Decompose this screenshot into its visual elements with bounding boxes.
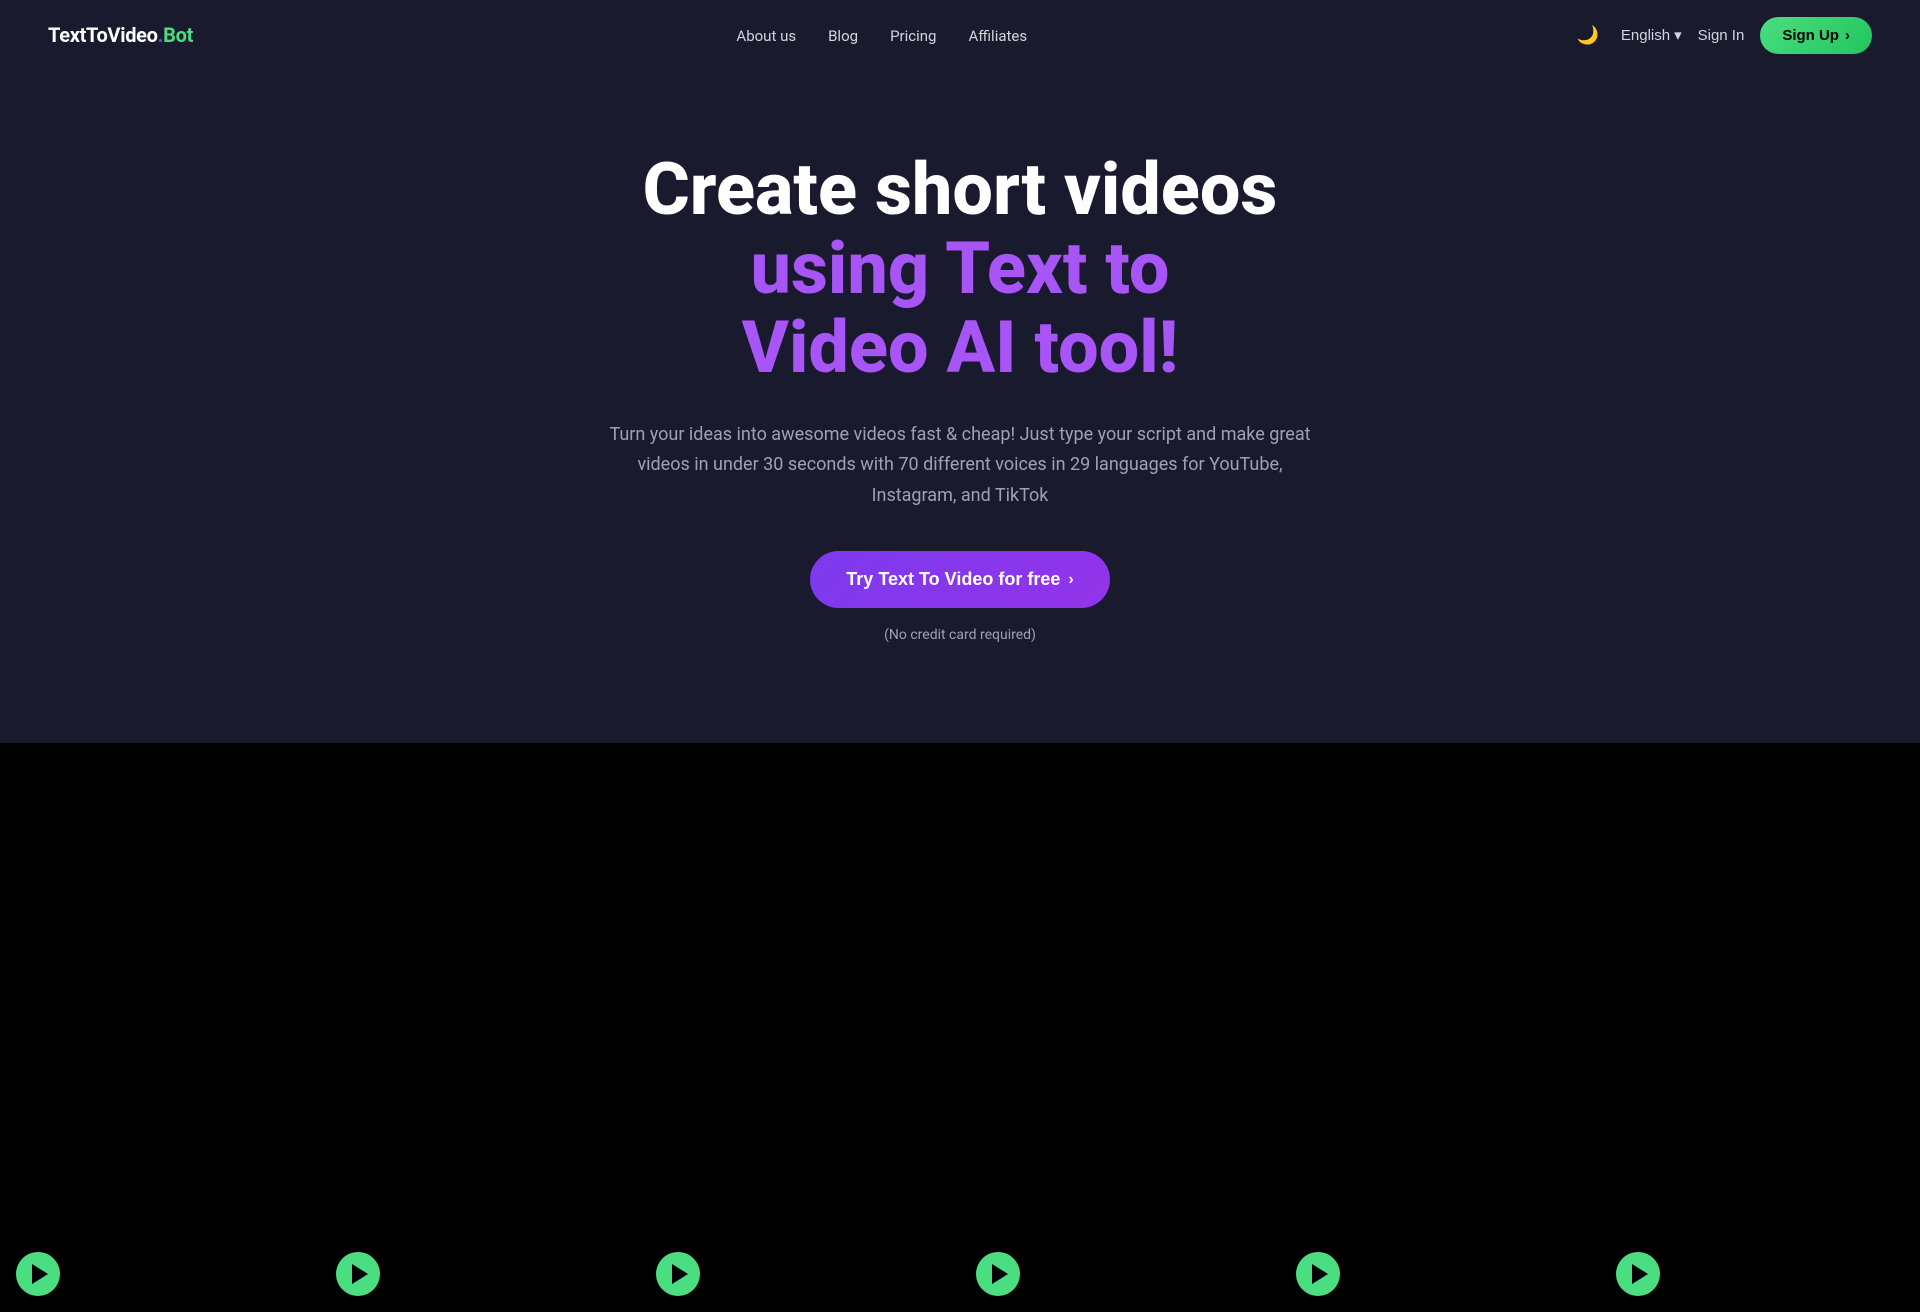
hero-title-line2: using Text to bbox=[750, 226, 1169, 311]
video-card-2 bbox=[320, 743, 640, 1312]
logo-bot: Bot bbox=[163, 23, 193, 47]
logo-text: TextToVideo bbox=[48, 23, 158, 47]
cta-button[interactable]: Try Text To Video for free › bbox=[810, 551, 1109, 608]
cta-arrow-icon: › bbox=[1068, 571, 1073, 589]
nav-affiliates[interactable]: Affiliates bbox=[968, 27, 1027, 45]
play-icon-2 bbox=[352, 1264, 368, 1284]
signup-arrow-icon: › bbox=[1845, 27, 1850, 44]
video-card-4 bbox=[960, 743, 1280, 1312]
play-button-1[interactable] bbox=[16, 1252, 60, 1296]
video-grid bbox=[0, 743, 1920, 1312]
cta-container: Try Text To Video for free › (No credit … bbox=[558, 551, 1362, 643]
nav-right: 🌙 English ▾ Sign In Sign Up › bbox=[1570, 17, 1872, 54]
nav-blog[interactable]: Blog bbox=[828, 27, 858, 45]
logo[interactable]: TextToVideo.Bot bbox=[48, 23, 193, 47]
play-icon-3 bbox=[672, 1264, 688, 1284]
navbar: TextToVideo.Bot About us Blog Pricing Af… bbox=[0, 0, 1920, 70]
video-card-1 bbox=[0, 743, 320, 1312]
video-card-3 bbox=[640, 743, 960, 1312]
video-card-6 bbox=[1600, 743, 1920, 1312]
video-card-5 bbox=[1280, 743, 1600, 1312]
signin-button[interactable]: Sign In bbox=[1698, 27, 1745, 44]
nav-pricing[interactable]: Pricing bbox=[890, 27, 936, 45]
dark-mode-toggle[interactable]: 🌙 bbox=[1570, 19, 1604, 52]
hero-section: Create short videos using Text to Video … bbox=[510, 70, 1410, 703]
play-button-3[interactable] bbox=[656, 1252, 700, 1296]
play-icon-5 bbox=[1312, 1264, 1328, 1284]
chevron-down-icon: ▾ bbox=[1674, 26, 1682, 44]
play-button-2[interactable] bbox=[336, 1252, 380, 1296]
moon-icon: 🌙 bbox=[1576, 25, 1598, 46]
nav-about-us[interactable]: About us bbox=[736, 27, 796, 45]
play-icon-1 bbox=[32, 1264, 48, 1284]
hero-title: Create short videos using Text to Video … bbox=[558, 150, 1362, 388]
signup-label: Sign Up bbox=[1782, 27, 1839, 44]
play-icon-6 bbox=[1632, 1264, 1648, 1284]
play-icon-4 bbox=[992, 1264, 1008, 1284]
hero-title-line3: Video AI tool! bbox=[742, 305, 1179, 390]
play-button-4[interactable] bbox=[976, 1252, 1020, 1296]
hero-title-line1: Create short videos bbox=[643, 147, 1278, 232]
language-selector[interactable]: English ▾ bbox=[1621, 26, 1682, 44]
cta-label: Try Text To Video for free bbox=[846, 569, 1060, 590]
play-button-5[interactable] bbox=[1296, 1252, 1340, 1296]
hero-subtitle: Turn your ideas into awesome videos fast… bbox=[600, 420, 1320, 512]
nav-links: About us Blog Pricing Affiliates bbox=[736, 26, 1027, 45]
signup-button[interactable]: Sign Up › bbox=[1760, 17, 1872, 54]
play-button-6[interactable] bbox=[1616, 1252, 1660, 1296]
no-credit-card-text: (No credit card required) bbox=[884, 627, 1036, 643]
language-label: English bbox=[1621, 27, 1670, 44]
